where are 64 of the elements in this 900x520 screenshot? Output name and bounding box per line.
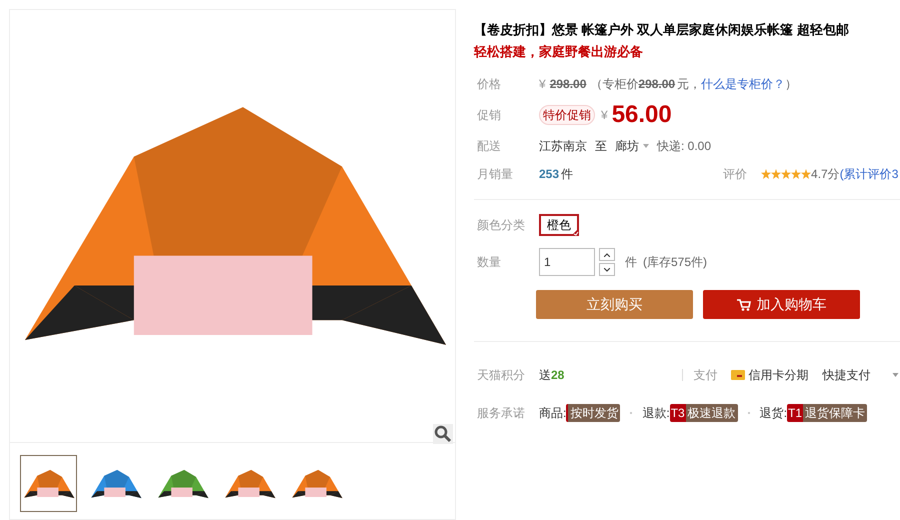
promo-tag: 特价促销 <box>539 105 595 125</box>
destination-dropdown[interactable]: 廊坊 <box>615 137 649 155</box>
quantity-field[interactable]: 1 <box>539 248 595 276</box>
field-label: 月销量 <box>477 166 514 183</box>
counter-price: 298.00 <box>638 76 676 93</box>
currency-sign: ¥ <box>601 107 608 124</box>
service-tag: 退货保障卡 <box>803 404 868 422</box>
quantity-unit: 件 <box>625 254 637 271</box>
thumbnail[interactable] <box>20 455 77 512</box>
payment-label: 支付 <box>693 367 718 384</box>
star-icon <box>781 169 792 179</box>
promo-price: 56.00 <box>612 103 672 127</box>
payment-method: 信用卡分期 <box>748 367 808 384</box>
service-tag: 极速退款 <box>686 404 738 422</box>
field-label: 服务承诺 <box>477 405 526 422</box>
product-subtitle: 轻松搭建，家庭野餐出游必备 <box>474 42 644 60</box>
buy-now-button[interactable]: 立刻购买 <box>536 290 693 319</box>
field-label: 颜色分类 <box>477 217 526 234</box>
price-note: （专柜价 <box>590 76 638 93</box>
field-label: 数量 <box>477 254 502 271</box>
service-type: 退款: <box>642 405 670 422</box>
sales-unit: 件 <box>561 166 574 183</box>
caret-icon <box>643 144 649 148</box>
check-icon <box>571 228 579 236</box>
delivery-to-word: 至 <box>595 138 607 155</box>
zoom-icon[interactable] <box>433 424 453 444</box>
product-title: 【卷皮折扣】悠景 帐篷户外 双人单层家庭休闲娱乐帐篷 超轻包邮 <box>474 21 850 39</box>
rating-score: 4.7分 <box>811 166 840 183</box>
price-note: ） <box>785 76 798 93</box>
field-label: 促销 <box>477 107 502 124</box>
service-type: 商品: <box>539 405 566 422</box>
points-value: 28 <box>551 367 564 384</box>
original-price: 298.00 <box>550 76 586 93</box>
service-badge: T3 <box>670 404 686 422</box>
chevron-down-icon <box>604 268 610 272</box>
star-icon <box>801 169 812 179</box>
sales-count: 253 <box>539 166 560 183</box>
review-count-link[interactable]: (累计评价3 <box>840 165 898 183</box>
cart-icon <box>736 298 750 310</box>
field-label: 配送 <box>477 138 502 155</box>
field-label: 价格 <box>477 76 502 93</box>
service-type: 退货: <box>760 405 788 422</box>
field-label: 天猫积分 <box>477 367 526 384</box>
service-tag: 按时发货 <box>566 404 620 422</box>
service-badge: T1 <box>787 404 804 422</box>
star-icon <box>791 169 802 179</box>
currency-sign: ¥ <box>539 76 546 93</box>
color-option[interactable]: 橙色 <box>539 214 579 236</box>
rating-label: 评价 <box>723 166 748 183</box>
stock-note: (库存575件) <box>643 254 708 271</box>
credit-card-icon <box>731 370 746 380</box>
add-to-cart-button[interactable]: 加入购物车 <box>703 290 860 319</box>
decrease-button[interactable] <box>599 263 615 276</box>
price-note: 元， <box>677 76 702 93</box>
caret-icon[interactable] <box>892 373 900 377</box>
points-prefix: 送 <box>539 367 551 384</box>
star-icon <box>761 169 772 179</box>
star-icon <box>771 169 782 179</box>
increase-button[interactable] <box>599 248 615 261</box>
counter-price-link[interactable]: 什么是专柜价？ <box>701 75 786 93</box>
payment-method: 快捷支付 <box>822 367 870 384</box>
delivery-origin: 江苏南京 <box>539 138 587 155</box>
chevron-up-icon <box>604 252 610 256</box>
shipping-fee: 快递: 0.00 <box>657 138 712 155</box>
